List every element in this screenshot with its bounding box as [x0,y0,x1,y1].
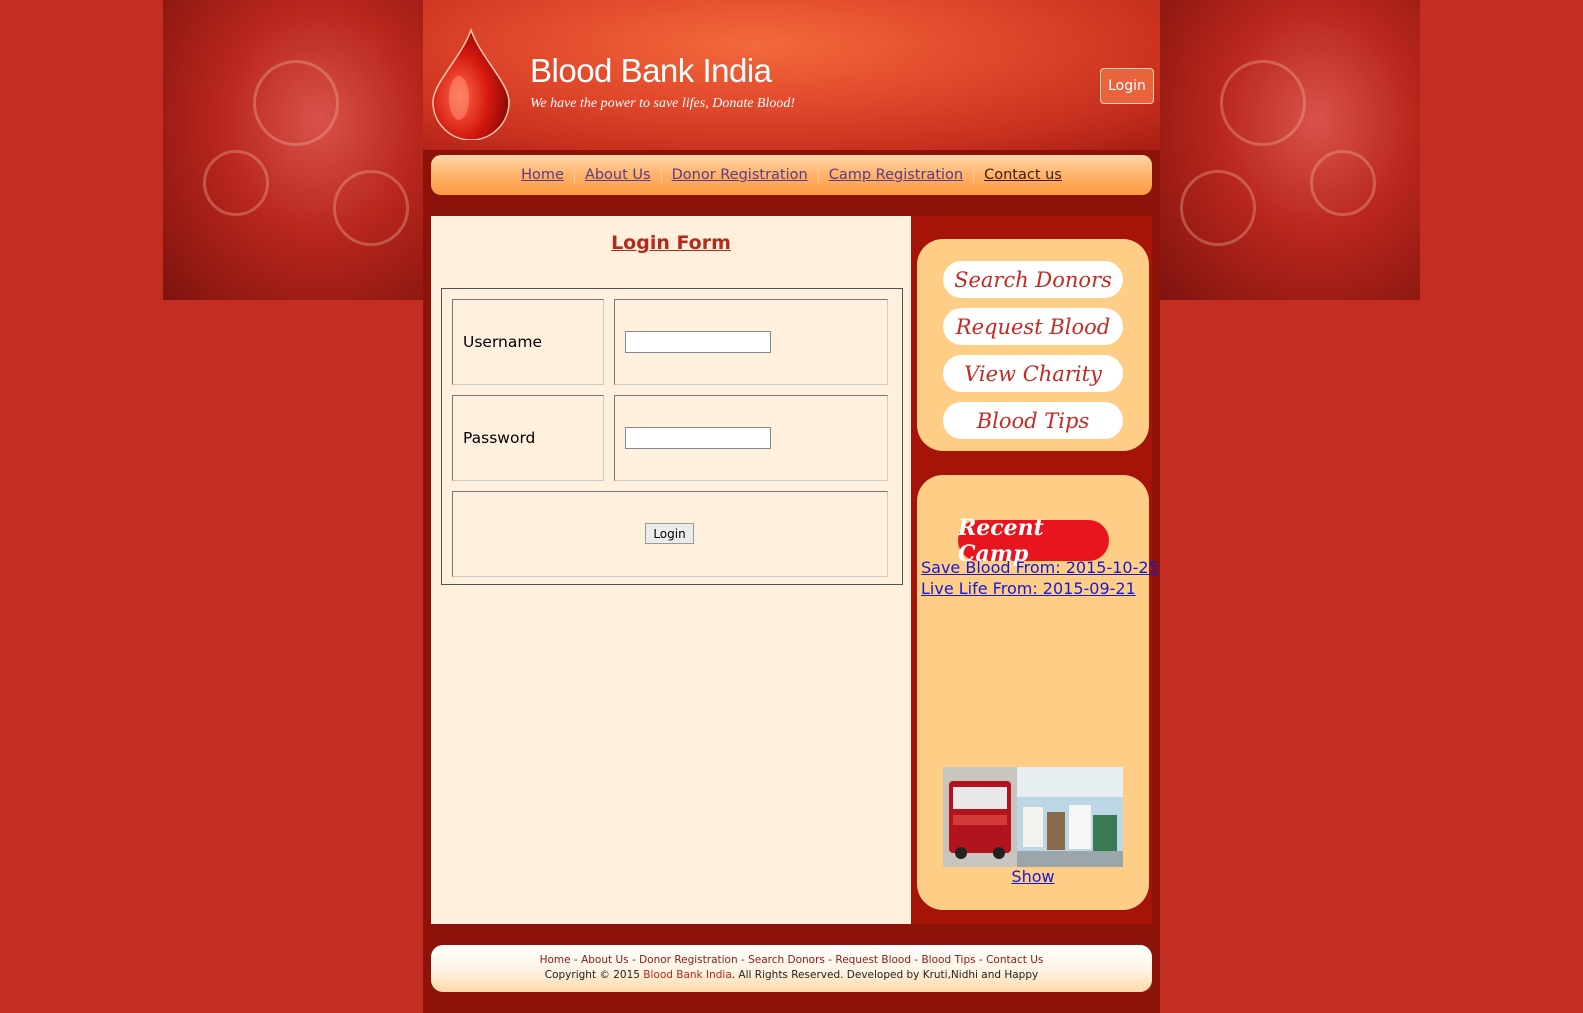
username-label-cell: Username [452,299,604,385]
site-footer: Home - About Us - Donor Registration - S… [431,945,1152,992]
camp-photo [943,767,1123,867]
footer-separator: - [824,954,836,966]
camp-photo-image [943,767,1123,867]
header-login-button[interactable]: Login [1100,68,1154,104]
footer-separator: - [570,954,582,966]
recent-camp-heading: Recent Camp [958,515,1109,567]
password-input[interactable] [625,427,771,449]
site-header: Blood Bank India We have the power to sa… [423,0,1160,150]
copyright-prefix: Copyright © 2015 [544,969,644,981]
decorative-floral-panel-left [163,0,423,300]
recent-camp-panel: Recent Camp Save Blood From: 2015-10-25 … [917,475,1159,910]
footer-link-home[interactable]: Home [540,954,571,966]
username-input[interactable] [625,331,771,353]
quick-menu: Search Donors Request Blood View Charity… [917,239,1149,451]
site-tagline: We have the power to save lifes, Donate … [530,96,796,111]
password-label-cell: Password [452,395,604,481]
camp-link-live-life[interactable]: Live Life From: 2015-09-21 [921,579,1136,598]
page-container: Blood Bank India We have the power to sa… [423,0,1160,1013]
footer-link-blood-tips[interactable]: Blood Tips [921,954,975,966]
footer-separator: - [628,954,640,966]
footer-separator: - [975,954,987,966]
footer-link-search-donors[interactable]: Search Donors [748,954,825,966]
footer-link-request-blood[interactable]: Request Blood [835,954,911,966]
footer-separator: - [737,954,749,966]
request-blood-button[interactable]: Request Blood [943,308,1123,345]
camp-link-save-blood[interactable]: Save Blood From: 2015-10-25 [921,558,1159,577]
footer-copyright: Copyright © 2015 Blood Bank India. All R… [431,969,1152,981]
footer-link-donor-registration[interactable]: Donor Registration [639,954,738,966]
login-form-title: Login Form [611,232,731,254]
nav-item-about-us[interactable]: About Us [575,167,661,183]
blood-tips-button[interactable]: Blood Tips [943,402,1123,439]
search-donors-button[interactable]: Search Donors [943,261,1123,298]
password-label: Password [463,429,536,447]
decorative-floral-panel-right [1160,0,1420,300]
show-camps-link[interactable]: Show [917,867,1149,886]
submit-cell: Login [452,491,888,577]
username-label: Username [463,333,543,351]
footer-link-about-us[interactable]: About Us [581,954,629,966]
nav-item-home[interactable]: Home [511,167,574,183]
footer-links: Home - About Us - Donor Registration - S… [431,954,1152,966]
username-input-cell [614,299,888,385]
blood-drop-logo-icon [432,28,510,140]
footer-separator: - [911,954,922,966]
login-form-table: Username Password Login [441,288,903,585]
view-charity-button[interactable]: View Charity [943,355,1123,392]
main-content: Login Form Username Password Login [431,216,911,924]
nav-item-camp-registration[interactable]: Camp Registration [819,167,973,183]
site-title: Blood Bank India [530,52,772,89]
main-nav: Home About Us Donor Registration Camp Re… [431,155,1152,195]
nav-item-donor-registration[interactable]: Donor Registration [662,167,818,183]
login-submit-button[interactable]: Login [645,523,694,544]
nav-item-contact-us[interactable]: Contact us [974,167,1072,183]
footer-brand: Blood Bank India [643,969,732,981]
copyright-suffix: . All Rights Reserved. Developed by Krut… [731,969,1039,981]
right-sidebar: Search Donors Request Blood View Charity… [911,216,1159,924]
footer-link-contact-us[interactable]: Contact Us [986,954,1043,966]
password-input-cell [614,395,888,481]
